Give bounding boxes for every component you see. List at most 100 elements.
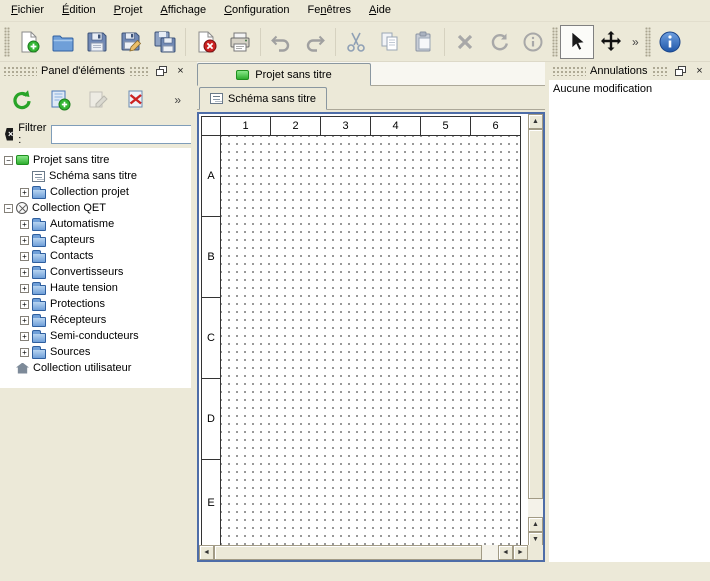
panel-overflow-chevron[interactable]: »	[174, 93, 185, 107]
expand-icon[interactable]: +	[20, 316, 29, 325]
expand-icon[interactable]: +	[20, 348, 29, 357]
collapse-icon[interactable]: −	[4, 204, 13, 213]
dock-drag-handle[interactable]	[652, 66, 670, 76]
scroll-up-button[interactable]: ▲	[528, 517, 543, 532]
toolbar-overflow-chevron[interactable]: »	[628, 35, 643, 49]
pan-mode-button[interactable]	[594, 25, 628, 59]
tree-item-convertisseurs[interactable]: + Convertisseurs	[0, 264, 191, 280]
float-panel-button[interactable]	[154, 64, 169, 78]
expand-icon[interactable]: +	[20, 220, 29, 229]
vertical-scrollbar[interactable]: ▲ ▲ ▼	[528, 114, 543, 547]
toolbar-separator	[185, 28, 186, 56]
close-icon: ×	[696, 66, 702, 76]
vertical-scroll-thumb[interactable]	[528, 129, 543, 499]
menu-projet[interactable]: Projet	[105, 0, 152, 21]
elements-panel-titlebar[interactable]: Panel d'éléments ×	[0, 62, 191, 80]
tree-item-haute-tension[interactable]: +Haute tension	[0, 280, 191, 296]
tree-item-contacts[interactable]: +Contacts	[0, 248, 191, 264]
project-tab[interactable]: Projet sans titre	[197, 63, 371, 86]
delete-element-button[interactable]	[120, 84, 152, 116]
tree-item-label: Semi-conducteurs	[49, 330, 139, 342]
close-panel-button[interactable]: ×	[173, 64, 188, 78]
diagram-tab[interactable]: Schéma sans titre	[199, 87, 327, 110]
diagram-canvas[interactable]	[221, 136, 521, 545]
open-project-button[interactable]	[46, 25, 80, 59]
scroll-left-icon: ◄	[203, 549, 210, 556]
tree-item-label: Convertisseurs	[49, 266, 123, 278]
expand-icon[interactable]: +	[20, 188, 29, 197]
folder-icon	[32, 189, 46, 199]
ruler-corner	[201, 116, 221, 136]
expand-icon[interactable]: +	[20, 284, 29, 293]
clear-filter-icon: ×	[8, 129, 13, 139]
expand-icon[interactable]: +	[20, 252, 29, 261]
scroll-right-button[interactable]: ►	[513, 545, 528, 560]
folder-icon	[32, 253, 46, 263]
dock-drag-handle[interactable]	[129, 66, 150, 76]
undo-icon	[269, 30, 293, 54]
scroll-up-button[interactable]: ▲	[528, 114, 543, 129]
scroll-up-icon: ▲	[532, 118, 539, 125]
expand-icon[interactable]: +	[20, 300, 29, 309]
horizontal-scroll-thumb[interactable]	[214, 545, 482, 560]
toolbar-drag-handle[interactable]	[645, 27, 651, 57]
tree-item-semi-conducteurs[interactable]: + Semi-conducteurs	[0, 328, 191, 344]
tree-item-protections[interactable]: +Protections	[0, 296, 191, 312]
delete-element-icon	[124, 88, 148, 112]
close-panel-button[interactable]: ×	[692, 64, 707, 78]
toolbar-drag-handle[interactable]	[4, 27, 10, 57]
dock-drag-handle[interactable]	[552, 66, 586, 76]
help-button[interactable]	[653, 25, 687, 59]
float-icon	[156, 66, 167, 76]
column-header-2: 2	[271, 117, 321, 135]
filter-label: Filtrer :	[18, 122, 46, 146]
tree-item-collection-utilisateur[interactable]: Collection utilisateur	[0, 360, 191, 376]
tree-item-collection-projet[interactable]: +Collection projet	[0, 184, 191, 200]
tree-item-capteurs[interactable]: +Capteurs	[0, 232, 191, 248]
tree-item-projet-sans-titre[interactable]: −Projet sans titre	[0, 152, 191, 168]
undo-panel-titlebar[interactable]: Annulations ×	[549, 62, 710, 80]
collapse-icon[interactable]: −	[4, 156, 13, 165]
menu-configuration[interactable]: Configuration	[215, 0, 298, 21]
open-folder-icon	[51, 30, 75, 54]
save-as-button[interactable]	[114, 25, 148, 59]
tree-item-collection-qet[interactable]: −Collection QET	[0, 200, 191, 216]
rotate-icon	[487, 30, 511, 54]
toolbar-drag-handle[interactable]	[552, 27, 558, 57]
new-element-button[interactable]	[44, 84, 76, 116]
reload-collections-button[interactable]	[6, 84, 38, 116]
delete-button	[448, 25, 482, 59]
tree-item-sources[interactable]: +Sources	[0, 344, 191, 360]
menu-fenetres[interactable]: Fenêtres	[299, 0, 360, 21]
float-panel-button[interactable]	[673, 64, 688, 78]
workspace: Projet sans titre Schéma sans titre 1234…	[197, 62, 545, 562]
scroll-left-button[interactable]: ◄	[498, 545, 513, 560]
schema-icon	[210, 93, 223, 104]
save-all-button[interactable]	[148, 25, 182, 59]
save-button[interactable]	[80, 25, 114, 59]
diagram-view[interactable]: 123456 ABCDE	[199, 114, 528, 545]
clear-filter-button[interactable]: ×	[5, 128, 13, 141]
select-mode-button[interactable]	[560, 25, 594, 59]
close-project-button[interactable]	[189, 25, 223, 59]
main-toolbar: »	[0, 22, 710, 62]
menu-affichage[interactable]: Affichage	[151, 0, 215, 21]
tree-item-schema-sans-titre[interactable]: Schéma sans titre	[0, 168, 191, 184]
menu-edition[interactable]: Édition	[53, 0, 105, 21]
info-gray-icon	[521, 30, 545, 54]
expand-icon[interactable]: +	[20, 236, 29, 245]
print-button[interactable]	[223, 25, 257, 59]
menu-aide[interactable]: Aide	[360, 0, 400, 21]
expand-icon[interactable]: +	[20, 268, 29, 277]
filter-input[interactable]	[51, 125, 201, 144]
home-icon	[16, 363, 29, 374]
horizontal-scrollbar[interactable]: ◄ ◄ ►	[199, 545, 528, 560]
new-project-button[interactable]	[12, 25, 46, 59]
tree-item-automatisme[interactable]: +Automatisme	[0, 216, 191, 232]
scroll-left-button[interactable]: ◄	[199, 545, 214, 560]
dock-drag-handle[interactable]	[3, 66, 37, 76]
expand-icon[interactable]: +	[20, 332, 29, 341]
tree-item-recepteurs[interactable]: +Récepteurs	[0, 312, 191, 328]
undo-list[interactable]: Aucune modification	[549, 80, 710, 562]
menu-fichier[interactable]: Fichier	[2, 0, 53, 21]
